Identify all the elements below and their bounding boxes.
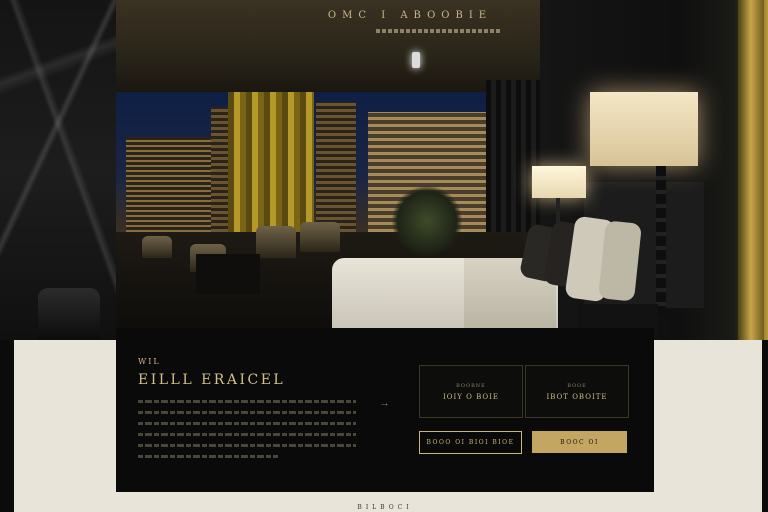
- city-building: [211, 107, 229, 232]
- table-lamp-icon: [532, 166, 586, 198]
- armchair: [142, 236, 172, 258]
- gold-curtain: [228, 92, 314, 242]
- city-building: [316, 102, 356, 232]
- option-caption: BOOE: [567, 382, 587, 389]
- potted-plant: [392, 186, 462, 256]
- option-title: IBOT OBOITE: [546, 392, 608, 401]
- armchair: [256, 226, 296, 258]
- explore-button[interactable]: BOOO OI BIOI BIOE: [419, 431, 522, 454]
- armchair: [300, 222, 340, 252]
- ceiling-light: [412, 52, 420, 68]
- gold-wall-strip: [738, 0, 764, 340]
- marble-wall: [0, 0, 116, 340]
- arrow-icon: ⇢: [381, 400, 388, 409]
- text-line: [138, 444, 356, 447]
- table-lamp-stand: [556, 198, 560, 224]
- section-eyebrow: WIL: [138, 357, 161, 366]
- option-title: IOIY O BOIE: [443, 392, 499, 401]
- side-table: [196, 254, 260, 294]
- vase-image: [38, 288, 100, 340]
- option-caption: BOOBNE: [456, 382, 486, 389]
- section-headline: EILLL ERAICEL: [138, 372, 286, 388]
- floor-lamp-icon: [590, 92, 698, 166]
- footer-label: BILBOCI: [357, 504, 413, 511]
- text-line: [138, 455, 278, 458]
- text-line: [138, 433, 356, 436]
- section-description: [138, 400, 356, 466]
- brand-tagline: [376, 29, 502, 33]
- room-options: BOOBNE IOIY O BOIE BOOE IBOT OBOITE: [419, 365, 629, 418]
- floor-lamp-stand: [656, 166, 666, 314]
- book-button[interactable]: BOOC OI: [532, 431, 627, 453]
- booking-panel: WIL EILLL ERAICEL ⇢ BOOBNE IOIY O BOIE B…: [116, 328, 654, 492]
- text-line: [138, 400, 356, 403]
- text-line: [138, 422, 356, 425]
- room-option-1[interactable]: BOOBNE IOIY O BOIE: [419, 365, 523, 418]
- room-option-2[interactable]: BOOE IBOT OBOITE: [525, 365, 629, 418]
- brand-logo[interactable]: OMC I ABOOBIE: [260, 10, 560, 21]
- text-line: [138, 411, 356, 414]
- city-building: [126, 137, 216, 232]
